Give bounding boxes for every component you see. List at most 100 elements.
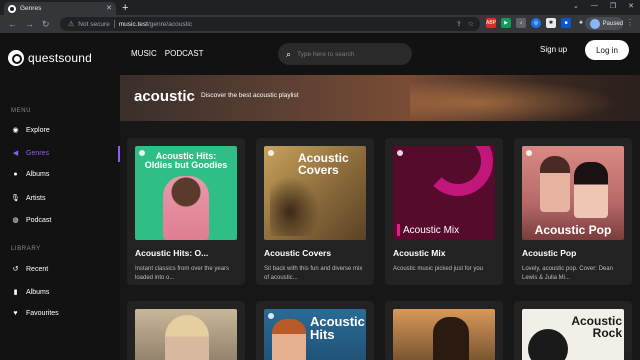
megaphone-icon: ◀: [12, 150, 19, 157]
share-icon[interactable]: ⇪: [456, 20, 462, 28]
playlist-description: Instant classics from over the years loa…: [135, 266, 230, 281]
close-tab-icon[interactable]: ✕: [106, 4, 112, 12]
tab-title: Genres: [20, 5, 42, 12]
extension-circle-icon[interactable]: ◎: [531, 18, 541, 28]
sidebar-item-label: Genres: [26, 149, 49, 157]
playlist-title: Acoustic Mix: [393, 248, 446, 258]
search-icon: ⌕: [286, 48, 292, 59]
sidebar-item-podcast[interactable]: ◍ Podcast: [11, 216, 52, 225]
not-secure-label: Not secure: [78, 20, 110, 28]
artist-photo: [540, 156, 570, 212]
playlist-card[interactable]: Acoustic Hits: Oldies but Goodies Acoust…: [127, 138, 245, 285]
url-path: /genre/acoustic: [147, 20, 193, 28]
reload-icon[interactable]: ↻: [42, 19, 50, 30]
genre-description: Discover the best acoustic playlist: [201, 92, 299, 99]
playlist-card[interactable]: Acoustic Mix Acoustic Mix Acoustic music…: [385, 138, 503, 285]
playlist-title: Acoustic Pop: [522, 248, 577, 258]
compass-icon: ◉: [12, 127, 19, 134]
search-box: ⌕: [278, 43, 412, 65]
browser-toolbar: ← → ↻ ⚠ Not secure music.test /genre/aco…: [0, 15, 640, 33]
restore-icon[interactable]: ❐: [610, 2, 616, 10]
profile-button[interactable]: Paused: [585, 17, 623, 30]
new-tab-button[interactable]: +: [122, 2, 128, 15]
sidebar-item-label: Favourites: [26, 310, 59, 317]
cover-title: Acoustic Hits: Oldies but Goodies: [144, 151, 228, 170]
nav-podcast[interactable]: PODCAST: [165, 49, 204, 58]
sidebar-item-albums[interactable]: ● Albums: [11, 171, 49, 178]
cover-title: Acoustic Pop: [534, 223, 612, 237]
extension-puzzle-icon[interactable]: ✱: [546, 18, 556, 28]
browser-tab[interactable]: Genres ✕: [4, 2, 116, 15]
playlist-description: Sit back with this fun and diverse mix o…: [264, 266, 363, 281]
address-bar-actions: ⇪ ☆: [456, 20, 474, 28]
playlist-title: Acoustic Hits: O...: [135, 248, 209, 258]
top-nav: MUSIC PODCAST: [131, 49, 203, 58]
extension-blue-icon[interactable]: ■: [561, 18, 571, 28]
close-window-icon[interactable]: ✕: [628, 2, 634, 10]
sidebar-item-explore[interactable]: ◉ Explore: [11, 126, 50, 135]
playlist-description: Acoustic music picked just for you: [393, 266, 484, 272]
forward-icon[interactable]: →: [25, 19, 34, 29]
url-host: music.test: [118, 20, 148, 28]
cover-title: Acoustic Covers: [298, 151, 349, 177]
search-input[interactable]: [297, 50, 398, 58]
login-button[interactable]: Log in: [585, 40, 629, 60]
sidebar-item-label: Albums: [26, 288, 50, 296]
playlist-card[interactable]: [385, 301, 503, 360]
chevron-down-icon[interactable]: ⌄: [573, 2, 579, 10]
sidebar-item-genres[interactable]: ◀ Genres: [11, 149, 49, 158]
brand-icon: [268, 150, 274, 156]
extensions: ABP ▶ ♪ ◎ ✱ ■ ✚ ▯: [486, 18, 601, 28]
nav-music[interactable]: MUSIC: [131, 49, 157, 58]
playlist-cover: [393, 309, 495, 360]
signup-link[interactable]: Sign up: [540, 45, 567, 54]
sidebar-item-favourites[interactable]: ♥ Favourites: [11, 310, 59, 317]
mix-graphic: [423, 146, 493, 196]
browser-tabbar: Genres ✕ + ⌄ — ❐ ✕: [0, 0, 640, 15]
sidebar-item-recent[interactable]: ↺ Recent: [11, 265, 49, 274]
playlist-card[interactable]: Acoustic Covers Acoustic Covers Sit back…: [256, 138, 374, 285]
star-icon[interactable]: ☆: [468, 20, 474, 28]
genre-title: acoustic: [134, 88, 195, 105]
sidebar-item-artists[interactable]: 🎙 Artists: [11, 194, 46, 203]
site-favicon-icon: [8, 4, 16, 13]
adblock-plus-icon[interactable]: ABP: [486, 18, 496, 28]
extension-music-icon[interactable]: ♪: [516, 18, 526, 28]
extension-flag-icon[interactable]: ▶: [501, 18, 511, 28]
sidebar-item-label: Artists: [26, 194, 46, 202]
divider: [113, 20, 115, 28]
sidebar-item-library-albums[interactable]: ▮ Albums: [11, 288, 50, 297]
app-root: questsound MUSIC PODCAST ⌕ Sign up Log i…: [0, 33, 640, 360]
sidebar-item-label: Recent: [26, 265, 49, 273]
address-bar[interactable]: ⚠ Not secure music.test /genre/acoustic …: [60, 17, 480, 31]
warning-icon[interactable]: ⚠: [68, 20, 74, 28]
playlist-card[interactable]: Acoustic Rock: [514, 301, 632, 360]
logo-icon: [8, 50, 24, 66]
profile-status: Paused: [602, 20, 623, 27]
playlist-cover: Acoustic Pop: [522, 146, 624, 240]
artist-photo: [272, 319, 306, 360]
logo-text: questsound: [28, 51, 93, 65]
artist-photo: [165, 315, 209, 360]
heart-icon: ♥: [13, 310, 18, 317]
playlist-cover: Acoustic Rock: [522, 309, 624, 360]
cover-title: Acoustic Mix: [403, 225, 460, 236]
cover-title: Acoustic Hits: [310, 314, 365, 342]
logo[interactable]: questsound: [8, 50, 92, 66]
cover-title: Acoustic Rock: [571, 314, 622, 340]
more-icon[interactable]: ⋮: [626, 18, 634, 27]
playlist-cover: Acoustic Hits: Oldies but Goodies: [135, 146, 237, 240]
genre-banner: acoustic Discover the best acoustic play…: [120, 75, 640, 121]
podcast-icon: ◍: [12, 217, 19, 224]
sidebar-item-label: Podcast: [26, 216, 52, 224]
playlist-card[interactable]: Acoustic Hits: [256, 301, 374, 360]
minimize-icon[interactable]: —: [591, 2, 598, 10]
artist-photo: [574, 162, 608, 218]
mix-accent: [397, 224, 400, 236]
back-icon[interactable]: ←: [8, 19, 17, 29]
playlist-card[interactable]: Acoustic Pop Acoustic Pop Lovely, acoust…: [514, 138, 632, 285]
sidebar-item-label: Explore: [26, 126, 50, 134]
brand-icon: [526, 150, 532, 156]
playlist-cover: Acoustic Hits: [264, 309, 366, 360]
playlist-card[interactable]: [127, 301, 245, 360]
